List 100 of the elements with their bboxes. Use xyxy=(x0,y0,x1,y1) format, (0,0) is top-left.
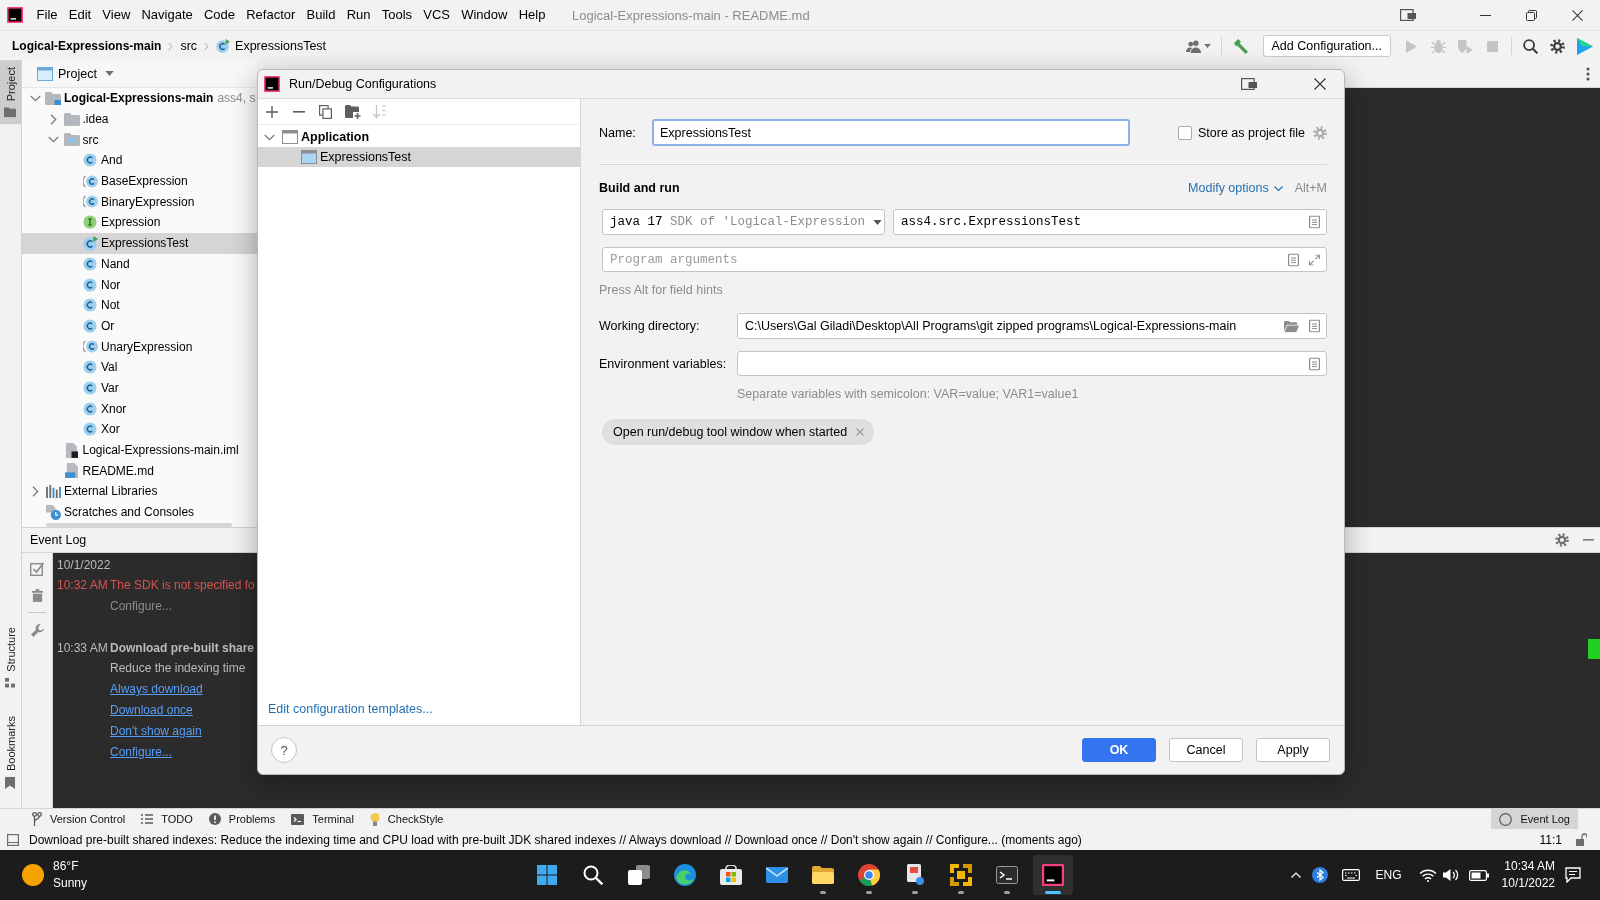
chevron-icon[interactable] xyxy=(263,133,275,141)
folder-plus-icon[interactable] xyxy=(344,104,361,119)
caret-position[interactable]: 11:1 xyxy=(1539,832,1562,847)
wifi-icon[interactable] xyxy=(1418,868,1437,882)
chevron-up-icon[interactable] xyxy=(1290,872,1301,878)
tool-window-button[interactable]: CheckStyle xyxy=(361,809,452,829)
tree-item[interactable]: src xyxy=(22,129,257,151)
more-icon[interactable] xyxy=(1586,66,1590,81)
log-link[interactable]: Download once xyxy=(110,703,193,718)
copy-icon[interactable] xyxy=(319,104,332,119)
chevron-icon[interactable] xyxy=(31,485,39,497)
tree-item[interactable]: Logical-Expressions-main ass4, s xyxy=(22,88,257,109)
tool-window-tab[interactable]: Structure xyxy=(0,620,21,695)
modify-options-link[interactable]: Modify options xyxy=(1188,181,1283,195)
battery-icon[interactable] xyxy=(1468,869,1489,881)
restore-icon[interactable] xyxy=(1525,9,1537,21)
tree-item[interactable]: External Libraries xyxy=(22,481,257,502)
breadcrumb-item[interactable]: ExpressionsTest xyxy=(216,39,327,53)
document-icon[interactable] xyxy=(1309,319,1320,333)
chevron-icon[interactable] xyxy=(50,113,57,125)
document-icon[interactable] xyxy=(1309,215,1320,229)
menu-item[interactable]: Code xyxy=(198,4,241,26)
tree-item[interactable]: ExpressionsTest xyxy=(22,232,257,254)
option-tag[interactable]: Open run/debug tool window when started xyxy=(602,419,875,445)
tree-item[interactable]: And xyxy=(22,150,257,171)
tree-item[interactable]: .idea xyxy=(22,108,257,130)
language-indicator[interactable]: ENG xyxy=(1375,868,1402,882)
environment-variables-field[interactable] xyxy=(737,351,1327,376)
tree-item[interactable]: UnaryExpression xyxy=(22,336,257,357)
gear-icon[interactable] xyxy=(1550,38,1565,54)
window-mode-icon[interactable] xyxy=(1241,78,1257,90)
tree-item[interactable]: Xor xyxy=(22,419,257,440)
tree-item[interactable]: Application xyxy=(258,127,580,147)
tool-window-tab[interactable]: Bookmarks xyxy=(0,708,21,796)
menu-item[interactable]: Build xyxy=(300,4,342,26)
expand-icon[interactable] xyxy=(1309,254,1320,265)
hammer-icon[interactable] xyxy=(1232,38,1248,54)
breadcrumb-item[interactable]: Logical-Expressions-main xyxy=(12,39,162,53)
tree-item[interactable]: Nor xyxy=(22,274,257,295)
menu-item[interactable]: Refactor xyxy=(240,4,301,26)
sdk-dropdown[interactable]: java 17 SDK of 'Logical-Expression xyxy=(602,209,885,235)
log-link[interactable]: Always download xyxy=(110,682,203,697)
working-directory-field[interactable]: C:\Users\Gal Giladi\Desktop\All Programs\git zipped programs\Logical-Expressions-main xyxy=(737,313,1327,339)
notification-icon[interactable] xyxy=(1565,867,1581,883)
keyboard-icon[interactable] xyxy=(1341,869,1360,881)
tree-item[interactable]: Var xyxy=(22,377,257,399)
search-icon[interactable] xyxy=(1523,38,1538,54)
bluetooth-icon[interactable] xyxy=(1311,867,1328,883)
tree-item[interactable]: Not xyxy=(22,294,257,316)
dialog-button[interactable]: Cancel xyxy=(1169,738,1243,762)
dialog-button[interactable]: OK xyxy=(1082,738,1156,762)
minimize-icon[interactable] xyxy=(1479,14,1491,16)
tree-item[interactable]: Scratches and Consoles xyxy=(22,501,257,523)
program-arguments-field[interactable]: Program arguments xyxy=(602,247,1327,272)
templates-link[interactable]: Edit configuration templates... xyxy=(268,701,433,717)
lock-icon[interactable] xyxy=(1576,833,1587,846)
tool-window-button[interactable]: Event Log xyxy=(1491,809,1578,829)
taskbar-button[interactable] xyxy=(1033,855,1073,895)
menu-item[interactable]: Help xyxy=(513,4,551,26)
menu-item[interactable]: Edit xyxy=(63,4,97,26)
tree-item[interactable]: Nand xyxy=(22,253,257,275)
checkbox[interactable] xyxy=(1178,125,1192,140)
caret-icon[interactable] xyxy=(1204,44,1211,48)
panel-icon[interactable] xyxy=(7,833,19,846)
view-dropdown[interactable]: Project xyxy=(58,66,114,81)
menu-item[interactable]: Run xyxy=(341,4,377,26)
triangle-logo-icon[interactable] xyxy=(1576,37,1593,55)
document-icon[interactable] xyxy=(1288,253,1299,266)
breadcrumb-item[interactable]: src xyxy=(180,39,198,53)
tree-item[interactable]: Xnor xyxy=(22,398,257,419)
tree-item[interactable]: Logical-Expressions-main.iml xyxy=(22,439,257,461)
folder-icon[interactable] xyxy=(1284,320,1299,332)
chevron-icon[interactable] xyxy=(48,136,59,144)
menu-item[interactable]: VCS xyxy=(417,4,456,26)
tool-window-button[interactable]: Problems xyxy=(200,809,284,829)
tool-window-button[interactable]: TODO xyxy=(133,809,201,829)
tree-item[interactable]: Or xyxy=(22,315,257,337)
tree-item[interactable]: BaseExpression xyxy=(22,170,257,192)
minus-icon[interactable] xyxy=(292,110,305,113)
clock-date[interactable]: 10/1/2022 xyxy=(1501,875,1555,892)
menu-item[interactable]: View xyxy=(96,4,136,26)
clock-time[interactable]: 10:34 AM xyxy=(1504,858,1555,875)
tree-item[interactable]: BinaryExpression xyxy=(22,191,257,213)
tool-window-button[interactable]: Terminal xyxy=(283,809,362,829)
tool-window-tab[interactable]: Project xyxy=(0,60,21,125)
run-configuration-button[interactable]: Add Configuration... xyxy=(1262,35,1391,57)
plus-icon[interactable] xyxy=(265,105,278,118)
menu-item[interactable]: Window xyxy=(455,4,514,26)
window-mode-icon[interactable] xyxy=(1400,9,1416,21)
main-class-field[interactable]: ass4.src.ExpressionsTest xyxy=(893,209,1327,235)
tree-item[interactable]: README.md xyxy=(22,460,257,482)
tree-item[interactable]: ExpressionsTest xyxy=(258,147,580,167)
log-link[interactable]: Don't show again xyxy=(110,723,202,738)
tree-item[interactable]: Expression xyxy=(22,212,257,233)
dialog-button[interactable]: Apply xyxy=(1256,738,1330,762)
menu-item[interactable]: Navigate xyxy=(135,4,199,26)
checkbox-label[interactable]: Store as project file xyxy=(1198,125,1305,140)
tool-window-button[interactable]: Version Control xyxy=(24,809,134,829)
trash-icon[interactable] xyxy=(31,589,43,602)
document-icon[interactable] xyxy=(1309,357,1320,370)
